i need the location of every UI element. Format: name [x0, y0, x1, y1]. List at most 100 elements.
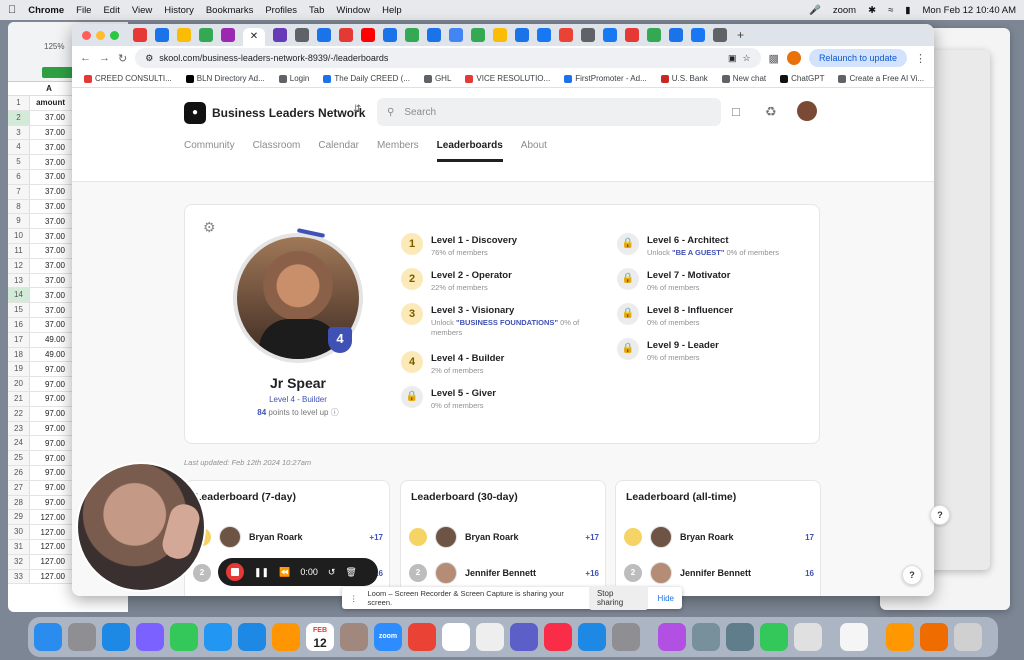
- menu-view[interactable]: View: [132, 5, 152, 16]
- browser-tab-favicon-icon[interactable]: [339, 28, 353, 42]
- menu-file[interactable]: File: [76, 5, 91, 16]
- hide-banner-link[interactable]: Hide: [658, 594, 674, 603]
- menu-tab[interactable]: Tab: [309, 5, 324, 16]
- spreadsheet-zoom[interactable]: 125%: [44, 42, 64, 51]
- drag-handle-icon[interactable]: ⋮: [350, 594, 358, 603]
- row-number[interactable]: 19: [8, 362, 30, 377]
- finder-docs-icon[interactable]: [476, 623, 504, 651]
- browser-tab-favicon-icon[interactable]: [273, 28, 287, 42]
- restart-icon[interactable]: ↺: [328, 567, 336, 578]
- amount-cell[interactable]: 37.00: [30, 217, 68, 226]
- shell-icon[interactable]: [794, 623, 822, 651]
- amount-cell[interactable]: 127.00: [30, 513, 68, 522]
- bluetooth-icon[interactable]: ✱: [868, 5, 876, 16]
- row-number[interactable]: 14: [8, 288, 30, 303]
- mail-icon[interactable]: [204, 623, 232, 651]
- amount-cell[interactable]: 37.00: [30, 261, 68, 270]
- leaderboard-row[interactable]: Bryan Roark +17: [409, 525, 599, 549]
- row-number[interactable]: 13: [8, 273, 30, 288]
- back-icon[interactable]: ←: [80, 52, 91, 64]
- document-icon[interactable]: [840, 623, 868, 651]
- row-number[interactable]: 33: [8, 569, 30, 584]
- bookmark-item[interactable]: New chat: [721, 74, 766, 83]
- menu-edit[interactable]: Edit: [103, 5, 119, 16]
- minimize-window-button[interactable]: [96, 30, 105, 40]
- amount-cell[interactable]: 97.00: [30, 365, 68, 374]
- row-number[interactable]: 30: [8, 525, 30, 539]
- pause-icon[interactable]: ❚❚: [254, 567, 269, 578]
- amount-cell[interactable]: 37.00: [30, 158, 68, 167]
- bookmark-item[interactable]: Login: [278, 74, 309, 83]
- member-avatar[interactable]: [435, 526, 457, 548]
- amount-cell[interactable]: 37.00: [30, 306, 68, 315]
- appstore-icon[interactable]: [578, 623, 606, 651]
- level-item-8[interactable]: 🔒 Level 8 - Influencer 0% of members: [617, 303, 797, 328]
- member-name[interactable]: Jennifer Bennett: [680, 568, 805, 578]
- browser-tab-favicon-icon[interactable]: [559, 28, 573, 42]
- extension-icon[interactable]: ▩: [769, 52, 779, 65]
- tab-leaderboards[interactable]: Leaderboards: [436, 140, 503, 162]
- member-name[interactable]: Jennifer Bennett: [465, 568, 585, 578]
- level-item-3[interactable]: 3 Level 3 - Visionary Unlock "BUSINESS FOU…: [401, 303, 581, 338]
- forward-icon[interactable]: →: [99, 52, 110, 64]
- browser-tab-favicon-icon[interactable]: [603, 28, 617, 42]
- apple-menu-icon[interactable]: : [8, 4, 16, 16]
- row-number[interactable]: 8: [8, 199, 30, 214]
- amount-cell[interactable]: 97.00: [30, 424, 68, 433]
- tab-calendar[interactable]: Calendar: [318, 140, 359, 162]
- browser-tab-favicon-icon[interactable]: [691, 28, 705, 42]
- loom-camera-bubble[interactable]: [76, 462, 206, 592]
- menu-window[interactable]: Window: [336, 5, 370, 16]
- menubar-datetime[interactable]: Mon Feb 12 10:40 AM: [923, 5, 1016, 16]
- row-number[interactable]: 23: [8, 421, 30, 436]
- bookmark-item[interactable]: BLN Directory Ad...: [185, 74, 265, 83]
- leaderboard-row[interactable]: Bryan Roark +17: [193, 525, 383, 549]
- tab-about[interactable]: About: [521, 140, 547, 162]
- amount-cell[interactable]: 37.00: [30, 232, 68, 241]
- calendar-icon[interactable]: FEB 12: [306, 623, 334, 651]
- notification-bell-icon[interactable]: ♻: [765, 104, 777, 120]
- row-number[interactable]: 32: [8, 554, 30, 569]
- tab-community[interactable]: Community: [184, 140, 235, 162]
- messages-icon[interactable]: [170, 623, 198, 651]
- browser-tab-favicon-icon[interactable]: [493, 28, 507, 42]
- amount-cell[interactable]: 37.00: [30, 143, 68, 152]
- group-logo-icon[interactable]: ●: [184, 102, 206, 124]
- row-number[interactable]: 24: [8, 436, 30, 451]
- amount-cell[interactable]: 37.00: [30, 113, 68, 122]
- active-tab-close-icon[interactable]: ✕: [243, 28, 265, 46]
- unlock-course-link[interactable]: "BE A GUEST": [672, 248, 724, 257]
- row-number[interactable]: 15: [8, 303, 30, 317]
- leaderboard-row[interactable]: Bryan Roark 17: [624, 525, 814, 549]
- member-name[interactable]: Bryan Roark: [249, 532, 369, 542]
- profile-icon[interactable]: [786, 51, 801, 65]
- launchpad-icon[interactable]: [68, 623, 96, 651]
- amount-cell[interactable]: 97.00: [30, 468, 68, 477]
- camera-icon[interactable]: ▣: [728, 53, 737, 64]
- row-number[interactable]: 11: [8, 243, 30, 258]
- menubar-zoom[interactable]: zoom: [833, 5, 856, 16]
- numbers-icon[interactable]: [760, 623, 788, 651]
- bookmark-item[interactable]: U.S. Bank: [660, 74, 708, 83]
- zoom-app-icon[interactable]: zoom: [374, 623, 402, 651]
- help-button-back[interactable]: ?: [930, 505, 950, 525]
- browser-tab-favicon-icon[interactable]: [199, 28, 213, 42]
- level-item-7[interactable]: 🔒 Level 7 - Motivator 0% of members: [617, 268, 797, 293]
- member-avatar[interactable]: [219, 526, 241, 548]
- row-number[interactable]: 2: [8, 110, 30, 125]
- amount-cell[interactable]: 127.00: [30, 542, 68, 551]
- amount-cell[interactable]: 37.00: [30, 187, 68, 196]
- bookmark-item[interactable]: GHL: [423, 74, 451, 83]
- bookmark-item[interactable]: CREED CONSULTI...: [84, 74, 172, 83]
- browser-tab-favicon-icon[interactable]: [155, 28, 169, 42]
- stop-recording-icon[interactable]: [226, 563, 244, 581]
- browser-tab-favicon-icon[interactable]: [383, 28, 397, 42]
- address-bar[interactable]: ⚙ skool.com/business-leaders-network-893…: [135, 48, 761, 68]
- browser-tab-favicon-icon[interactable]: [581, 28, 595, 42]
- row-number[interactable]: 18: [8, 347, 30, 362]
- group-switcher-icon[interactable]: ⇵: [353, 104, 361, 115]
- chat-icon[interactable]: □: [732, 104, 740, 119]
- teams-icon[interactable]: [510, 623, 538, 651]
- menu-bookmarks[interactable]: Bookmarks: [206, 5, 254, 16]
- address-url[interactable]: skool.com/business-leaders-network-8939/…: [159, 53, 722, 63]
